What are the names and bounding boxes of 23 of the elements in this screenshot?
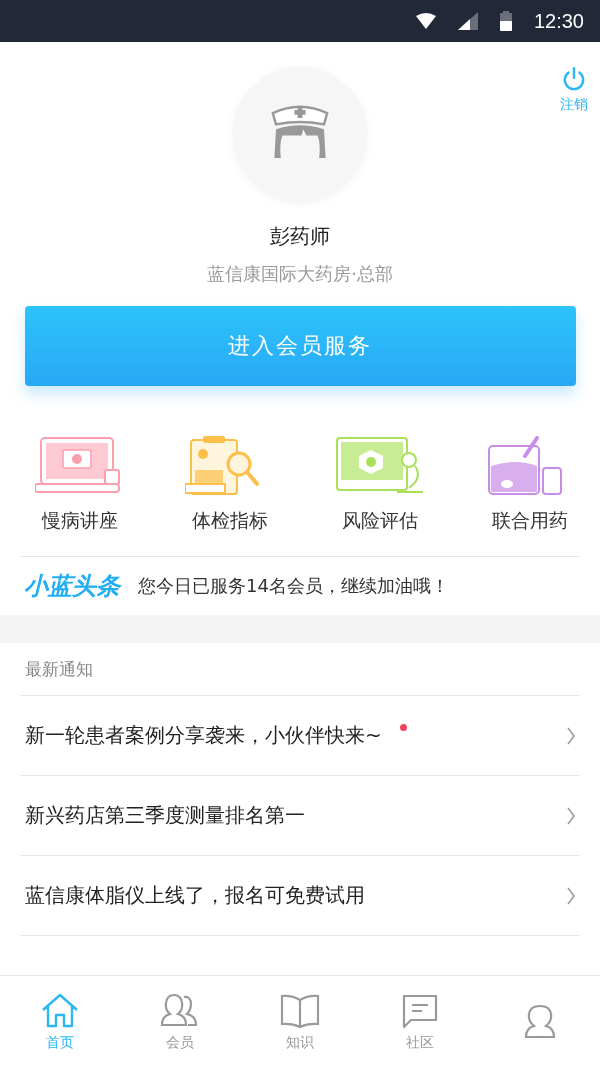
section-title: 最新通知 [20, 643, 580, 696]
service-shortcut[interactable]: 风险评估 [320, 436, 440, 534]
notice-text: 新兴药店第三季度测量排名第一 [25, 802, 305, 829]
store-name: 蓝信康国际大药房·总部 [207, 262, 393, 286]
notice-item[interactable]: 新一轮患者案例分享袭来，小伙伴快来~ [20, 696, 580, 776]
wifi-icon [415, 13, 436, 29]
service-shortcut[interactable]: 联合用药 [470, 436, 590, 534]
battery-icon [499, 11, 512, 31]
chevron-right-icon [566, 725, 576, 746]
headline-text: 您今日已服务14名会员，继续加油哦！ [138, 574, 449, 598]
headline-logo: 小蓝头条 [24, 571, 120, 602]
notice-text: 蓝信康体脂仪上线了，报名可免费试用 [25, 882, 365, 909]
notice-text: 新一轮患者案例分享袭来，小伙伴快来~ [25, 722, 382, 749]
service-shortcut[interactable]: 体检指标 [170, 436, 290, 534]
chevron-right-icon [566, 805, 576, 826]
signal-icon [457, 12, 478, 30]
house-icon [40, 991, 80, 1030]
service-shortcut[interactable]: 慢病讲座 [20, 436, 140, 534]
notice-item[interactable]: 蓝信康体脂仪上线了，报名可免费试用 [20, 856, 580, 936]
pharmacist-name: 彭药师 [270, 223, 330, 250]
chevron-right-icon [566, 885, 576, 906]
notice-item[interactable]: 新兴药店第三季度测量排名第一 [20, 776, 580, 856]
clock-time: 12:30 [533, 9, 584, 33]
